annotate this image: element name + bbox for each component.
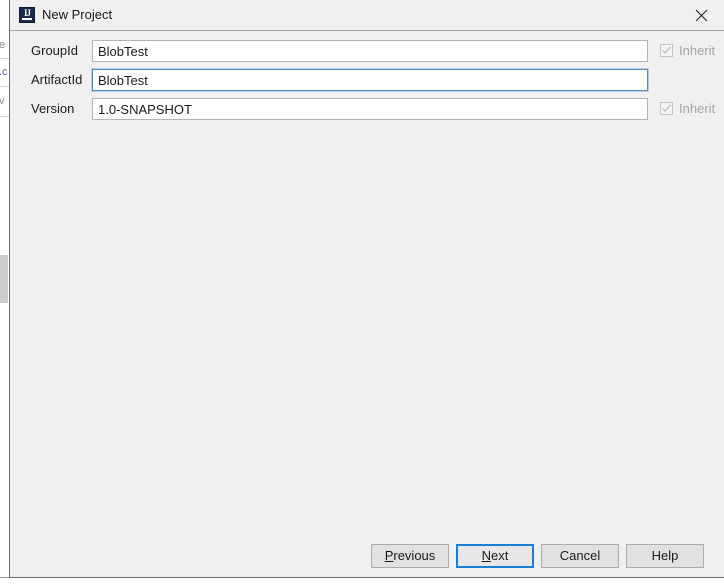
artifactid-input[interactable] [92,69,648,91]
background-text-fragment-3: v [0,95,5,107]
background-divider-3 [0,116,9,117]
version-inherit-label: Inherit [679,101,716,116]
checkbox-checked-icon [660,102,673,115]
next-button[interactable]: Next [456,544,534,568]
groupid-inherit-checkbox: Inherit [660,42,724,60]
background-text-fragment-2: .c [0,66,8,78]
checkbox-checked-icon [660,44,673,57]
dialog-content: GroupId Inherit ArtifactId Version [10,31,724,535]
form-row-artifactid: ArtifactId [10,69,724,91]
close-icon[interactable] [679,0,724,30]
dialog-titlebar: IJ New Project [10,0,724,31]
version-input[interactable] [92,98,648,120]
intellij-idea-icon-underbar [22,18,32,20]
help-button[interactable]: Help [626,544,704,568]
dialog-button-bar: Previous Next Cancel Help [10,535,724,577]
version-label: Version [31,101,75,116]
form-row-groupid: GroupId Inherit [10,40,724,62]
background-scrollbar-thumb[interactable] [0,255,8,303]
version-inherit-checkbox: Inherit [660,100,724,118]
form-row-version: Version Inherit [10,98,724,120]
previous-button[interactable]: Previous [371,544,449,568]
background-window-left-strip: e .c v [0,0,9,587]
artifactid-label: ArtifactId [31,72,83,87]
groupid-input[interactable] [92,40,648,62]
background-divider-2 [0,86,9,87]
background-divider-1 [0,58,9,59]
intellij-idea-icon: IJ [19,7,35,23]
new-project-dialog: IJ New Project GroupId Inherit [9,0,724,578]
groupid-label: GroupId [31,43,78,58]
background-text-fragment-1: e [0,39,6,51]
groupid-inherit-label: Inherit [679,43,716,58]
cancel-button[interactable]: Cancel [541,544,619,568]
dialog-title: New Project [42,7,113,22]
